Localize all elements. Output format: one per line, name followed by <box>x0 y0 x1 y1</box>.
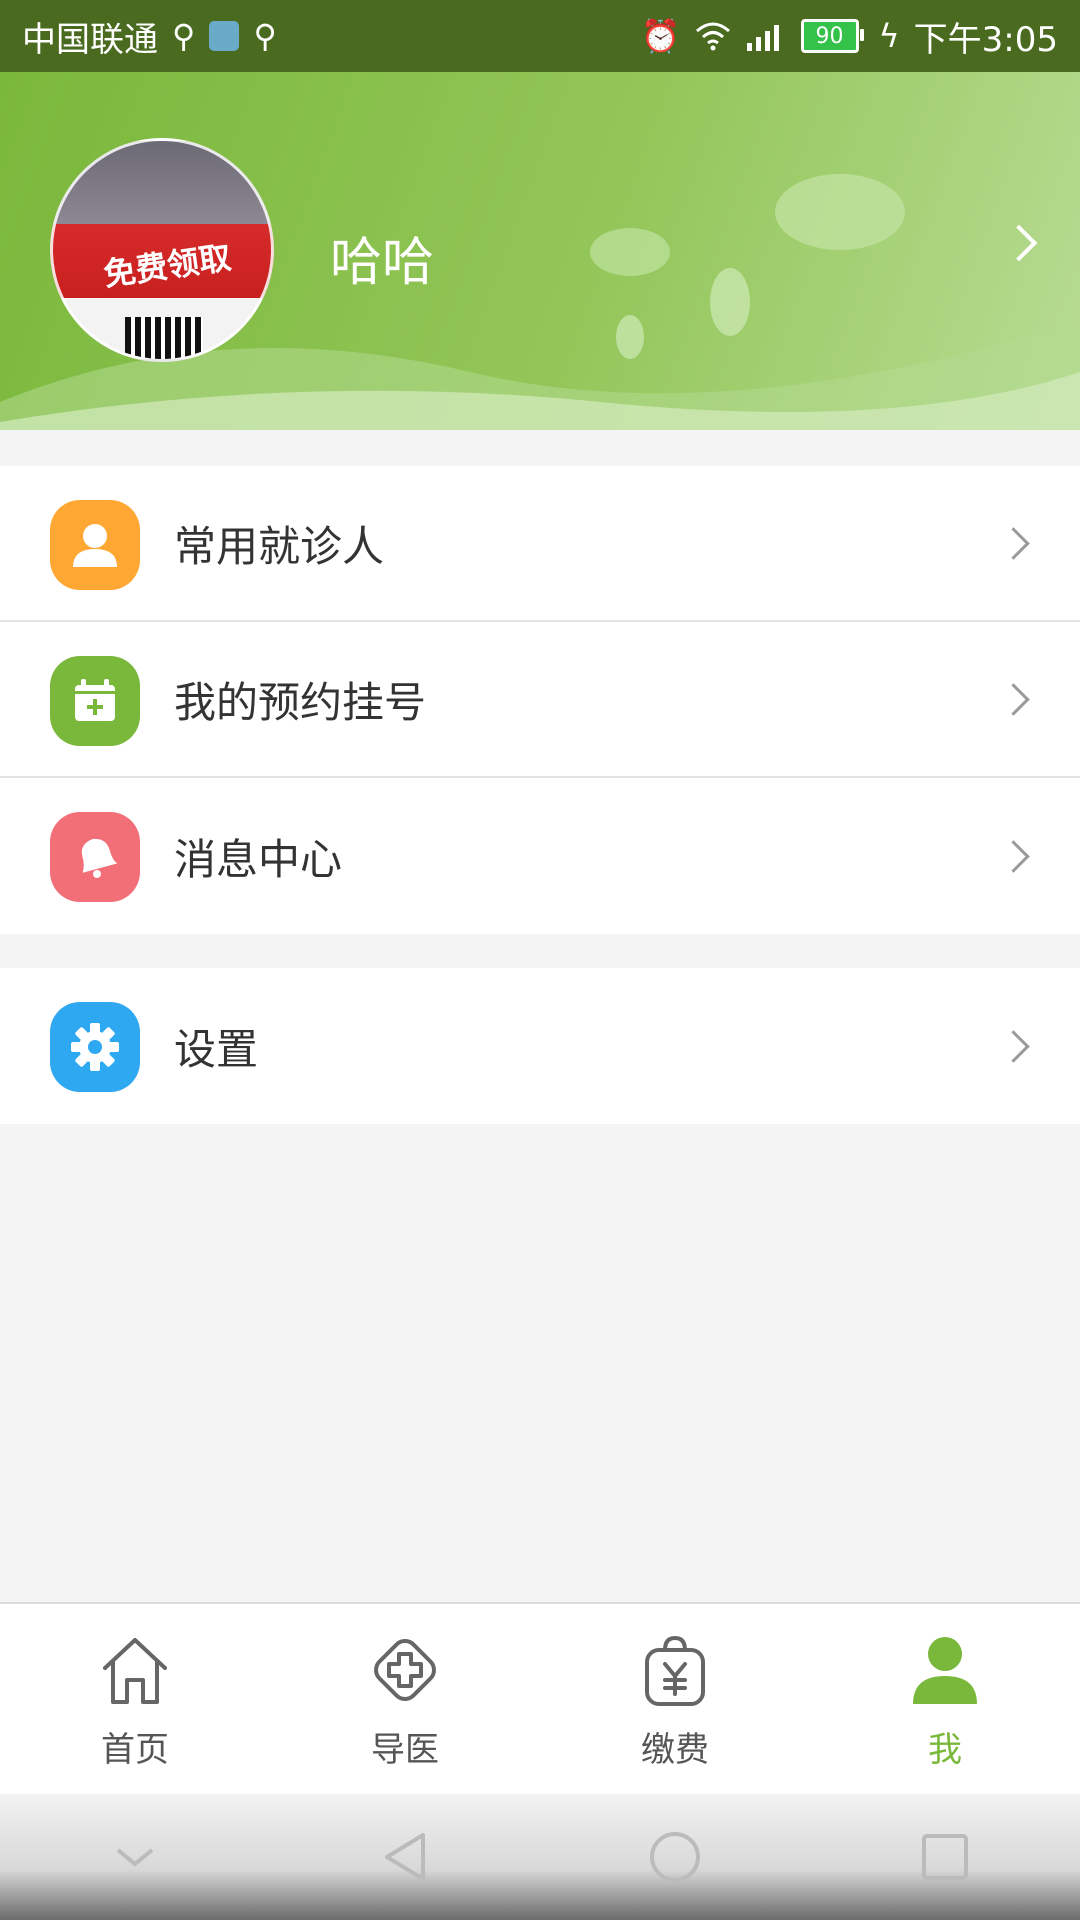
chevron-right-icon <box>997 839 1030 873</box>
tab-payment[interactable]: 缴费 <box>540 1604 810 1796</box>
person-icon <box>913 1637 977 1704</box>
tab-guide[interactable]: 导医 <box>270 1604 540 1796</box>
alarm-icon: ⏰ <box>640 17 681 55</box>
status-bar: 中国联通 ⚲ ⚲ ⏰ 90 ϟ 下午3:05 <box>0 0 1080 72</box>
menu-item-settings[interactable]: 设置 <box>0 968 1080 1124</box>
tab-label: 缴费 <box>641 1730 709 1770</box>
bell-icon <box>50 812 140 902</box>
clock: 下午3:05 <box>913 19 1058 60</box>
user-icon <box>50 500 140 590</box>
status-bar-left: 中国联通 ⚲ ⚲ <box>22 12 277 61</box>
avatar-banner-text: 免费领取 <box>101 238 234 294</box>
menu-item-label: 设置 <box>174 1024 259 1074</box>
medical-cross-icon <box>374 1639 436 1701</box>
payment-bag-icon <box>645 1635 705 1706</box>
tab-home[interactable]: 首页 <box>0 1604 270 1796</box>
tab-label: 我 <box>928 1730 962 1770</box>
menu-item-label: 我的预约挂号 <box>174 677 427 727</box>
tab-label: 首页 <box>101 1730 169 1770</box>
usb-icon-2: ⚲ <box>253 17 277 55</box>
menu-item-label: 消息中心 <box>174 834 343 884</box>
chevron-right-icon <box>997 682 1030 716</box>
home-icon <box>103 1638 167 1704</box>
recents-icon[interactable] <box>905 1817 985 1897</box>
usb-icon: ⚲ <box>172 17 196 55</box>
battery-indicator: 90 <box>800 19 864 53</box>
menu-item-message-center[interactable]: 消息中心 <box>0 778 1080 934</box>
menu-group-primary: 常用就诊人 我的预约挂号 消息中心 <box>0 466 1080 934</box>
menu-group-settings: 设置 <box>0 968 1080 1124</box>
gear-icon <box>50 1002 140 1092</box>
charging-icon: ϟ <box>878 17 900 55</box>
app-notification-icon <box>209 21 240 51</box>
hide-keyboard-icon[interactable] <box>95 1817 175 1897</box>
carrier-name: 中国联通 <box>22 19 158 60</box>
chevron-right-icon <box>997 526 1030 560</box>
signal-icon <box>746 25 779 51</box>
wifi-icon <box>695 22 730 51</box>
profile-header[interactable]: 免费领取 哈哈 <box>0 72 1080 430</box>
bottom-tab-bar: 首页 导医 缴费 我 <box>0 1602 1080 1796</box>
status-bar-right: ⏰ 90 ϟ 下午3:05 <box>641 12 1058 61</box>
back-icon[interactable] <box>365 1817 445 1897</box>
avatar[interactable]: 免费领取 <box>50 138 274 362</box>
menu-item-my-appointments[interactable]: 我的预约挂号 <box>0 622 1080 778</box>
tab-label: 导医 <box>371 1730 439 1770</box>
avatar-qr-code <box>125 317 203 359</box>
menu-item-label: 常用就诊人 <box>174 521 385 571</box>
calendar-add-icon <box>50 656 140 746</box>
chevron-right-icon <box>997 1029 1030 1063</box>
menu-item-frequent-patients[interactable]: 常用就诊人 <box>0 466 1080 622</box>
home-circle-icon[interactable] <box>635 1817 715 1897</box>
tab-me[interactable]: 我 <box>810 1604 1080 1796</box>
username: 哈哈 <box>330 233 435 293</box>
system-navigation-bar <box>0 1794 1080 1920</box>
